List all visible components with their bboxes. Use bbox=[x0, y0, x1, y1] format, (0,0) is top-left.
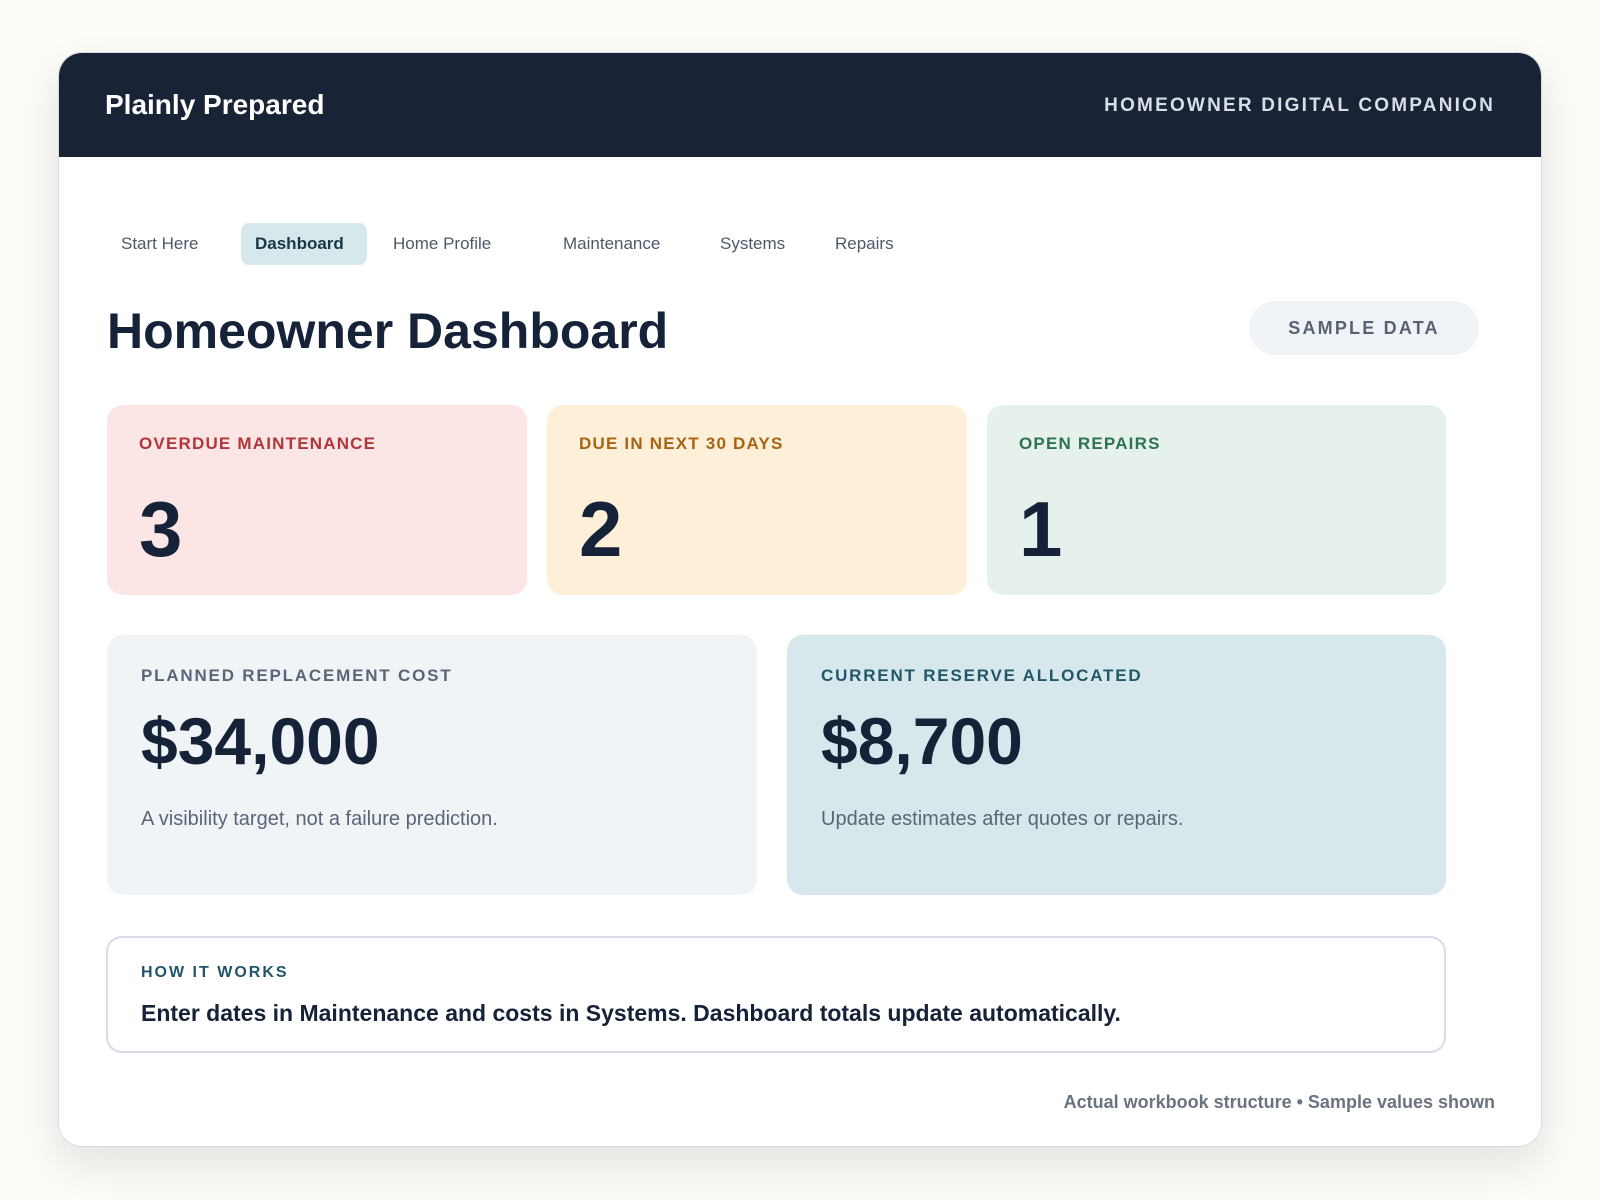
tab-label: Dashboard bbox=[255, 234, 344, 253]
card-label: PLANNED REPLACEMENT COST bbox=[141, 666, 453, 685]
due-next-30-days-card: DUE IN NEXT 30 DAYS 2 bbox=[547, 405, 967, 595]
card-label: DUE IN NEXT 30 DAYS bbox=[579, 434, 784, 453]
navigation-tabs: Start Here Dashboard Home Profile Mainte… bbox=[107, 223, 915, 265]
tab-start-here[interactable]: Start Here bbox=[107, 223, 235, 265]
card-label: OPEN REPAIRS bbox=[1019, 434, 1161, 453]
info-label: HOW IT WORKS bbox=[141, 964, 289, 981]
card-label: OVERDUE MAINTENANCE bbox=[139, 434, 377, 453]
header-tagline: HOMEOWNER DIGITAL COMPANION bbox=[1104, 95, 1495, 116]
overdue-maintenance-card: OVERDUE MAINTENANCE 3 bbox=[107, 405, 527, 595]
page-title: Homeowner Dashboard bbox=[107, 303, 669, 359]
tab-label: Systems bbox=[720, 234, 786, 253]
card-value: $34,000 bbox=[141, 704, 380, 778]
card-value: 1 bbox=[1019, 485, 1063, 573]
info-text: Enter dates in Maintenance and costs in … bbox=[141, 1000, 1121, 1026]
card-note: Update estimates after quotes or repairs… bbox=[821, 808, 1184, 830]
open-repairs-card: OPEN REPAIRS 1 bbox=[987, 405, 1446, 595]
card-label: CURRENT RESERVE ALLOCATED bbox=[821, 666, 1143, 685]
planned-replacement-cost-card: PLANNED REPLACEMENT COST $34,000 A visib… bbox=[107, 635, 757, 895]
tab-maintenance[interactable]: Maintenance bbox=[549, 223, 675, 265]
current-reserve-allocated-card: CURRENT RESERVE ALLOCATED $8,700 Update … bbox=[787, 635, 1446, 895]
tab-dashboard[interactable]: Dashboard bbox=[241, 223, 367, 265]
sample-data-badge: SAMPLE DATA bbox=[1249, 301, 1479, 355]
footer-note: Actual workbook structure • Sample value… bbox=[1063, 1092, 1495, 1112]
app-header: Plainly Prepared HOMEOWNER DIGITAL COMPA… bbox=[59, 53, 1541, 157]
tab-repairs[interactable]: Repairs bbox=[821, 223, 915, 265]
app-window: Plainly Prepared HOMEOWNER DIGITAL COMPA… bbox=[58, 52, 1542, 1147]
tab-label: Maintenance bbox=[563, 234, 661, 253]
card-value: 3 bbox=[139, 485, 183, 573]
how-it-works-panel: HOW IT WORKS Enter dates in Maintenance … bbox=[106, 936, 1446, 1053]
card-value: $8,700 bbox=[821, 704, 1023, 778]
card-value: 2 bbox=[579, 485, 623, 573]
tab-label: Home Profile bbox=[393, 234, 492, 253]
tab-systems[interactable]: Systems bbox=[706, 223, 798, 265]
tab-label: Start Here bbox=[121, 234, 199, 253]
tab-home-profile[interactable]: Home Profile bbox=[379, 223, 519, 265]
tab-label: Repairs bbox=[835, 234, 894, 253]
card-note: A visibility target, not a failure predi… bbox=[141, 808, 498, 830]
brand-title: Plainly Prepared bbox=[105, 89, 325, 120]
